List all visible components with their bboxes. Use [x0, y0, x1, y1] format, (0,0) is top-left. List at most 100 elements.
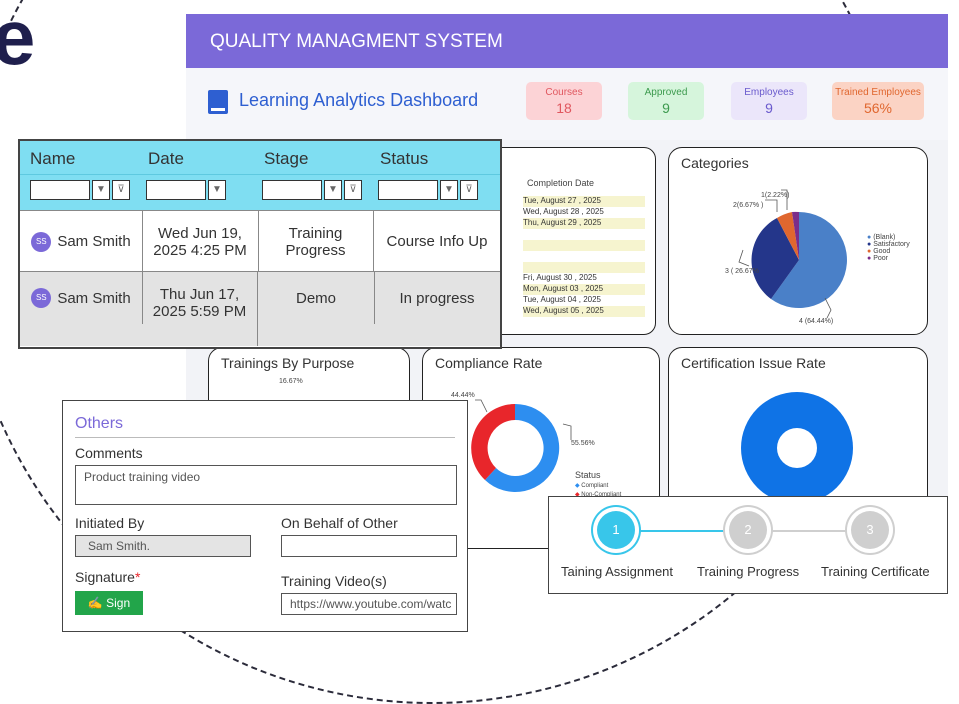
step-2[interactable]: 2 — [729, 511, 767, 549]
others-form-panel: Others Comments Product training video I… — [62, 400, 468, 632]
leader-line — [765, 199, 778, 212]
date-row: Wed, August 05 , 2025 — [523, 306, 645, 317]
filter-row: ▼ ⊽ ▼ ▼ ⊽ ▼ ⊽ — [20, 174, 500, 211]
pie-label: 2(6.67% ) — [733, 202, 764, 209]
date-row: Fri, August 30 , 2025 — [523, 273, 597, 282]
cell-stage: Training Progress — [258, 211, 374, 272]
legend-label: Good — [873, 248, 891, 255]
filter-icon[interactable]: ▼ — [440, 180, 458, 200]
legend-item: ● Good — [867, 248, 891, 255]
date-row: Thu, August 29 , 2025 — [523, 218, 645, 229]
comments-textarea[interactable]: Product training video — [75, 465, 457, 505]
empty-row — [523, 251, 645, 262]
filter-input-name[interactable] — [30, 180, 90, 200]
filter-input-status[interactable] — [378, 180, 438, 200]
kpi-trained-employees[interactable]: Trained Employees 56% — [832, 82, 924, 120]
legend-label: (Blank) — [873, 234, 896, 241]
step-1-label: Taining Assignment — [561, 564, 674, 579]
clear-filter-icon[interactable]: ⊽ — [344, 180, 362, 200]
kpi-value: 9 — [765, 100, 773, 116]
filter-icon[interactable]: ▼ — [208, 180, 226, 200]
dashboard-subheader: Learning Analytics Dashboard Courses 18 … — [186, 68, 948, 140]
step-3-label: Training Certificate — [821, 564, 930, 579]
cell-date: Thu Jun 17, 2025 5:59 PM — [142, 272, 258, 346]
training-video-input[interactable]: https://www.youtube.com/watc — [281, 593, 457, 615]
legend-item: ● Satisfactory — [867, 241, 910, 248]
section-divider — [75, 437, 455, 438]
empty-row — [523, 262, 645, 273]
on-behalf-label: On Behalf of Other — [281, 515, 398, 531]
leader-line — [738, 249, 750, 267]
cell-status: Course Info Up — [386, 233, 488, 250]
initiated-by-label: Initiated By — [75, 515, 145, 531]
table-row[interactable]: SS Sam Smith Wed Jun 19, 2025 4:25 PM Tra… — [20, 210, 500, 272]
completion-rows: Tue, August 27 , 2025 Wed, August 28 , 2… — [523, 196, 645, 317]
signature-label: Signature* — [75, 569, 140, 585]
kpi-employees[interactable]: Employees 9 — [731, 82, 807, 120]
donut-label: 55.56% — [571, 440, 595, 447]
signature-text: Signature — [75, 569, 135, 585]
on-behalf-input[interactable] — [281, 535, 457, 557]
legend-item: ● (Blank) — [867, 234, 896, 241]
cell-status: In progress — [399, 289, 475, 307]
logo-fragment: e — [0, 0, 36, 81]
filter-icon[interactable]: ▼ — [324, 180, 342, 200]
completion-header: Completion Date — [527, 178, 595, 188]
pen-icon: ✍ — [87, 596, 103, 610]
kpi-value: 18 — [556, 100, 572, 116]
step-1[interactable]: 1 — [597, 511, 635, 549]
pie-label: 4 (64.44%) — [799, 318, 834, 325]
row-name: Sam Smith — [57, 289, 131, 307]
leader-line — [475, 399, 488, 413]
row-name: Sam Smith — [57, 233, 131, 250]
date-row: Tue, August 04 , 2025 — [523, 295, 601, 304]
training-video-label: Training Video(s) — [281, 573, 387, 589]
kpi-label: Approved — [644, 87, 688, 98]
legend-label: Compliant — [581, 483, 609, 489]
filter-input-date[interactable] — [146, 180, 206, 200]
kpi-courses[interactable]: Courses 18 — [526, 82, 602, 120]
categories-legend: ● (Blank) ● Satisfactory ● Good ● Poor — [867, 234, 910, 262]
sign-label: Sign — [106, 596, 131, 610]
kpi-label: Trained Employees — [835, 87, 921, 98]
leader-line — [824, 297, 832, 319]
date-row: Wed, August 28 , 2025 — [523, 207, 604, 216]
required-mark: * — [134, 569, 141, 585]
step-connector — [631, 530, 731, 532]
kpi-value: 56% — [863, 100, 893, 116]
legend-label: Poor — [873, 255, 888, 262]
pie-label: 1(2.22%) — [761, 192, 790, 199]
column-header-status[interactable]: Status — [380, 149, 428, 169]
step-connector — [763, 530, 863, 532]
training-stepper: 1 2 3 Taining Assignment Training Progre… — [548, 496, 948, 594]
section-title: Others — [75, 415, 124, 432]
empty-row — [523, 240, 645, 251]
pie-label: 3 ( 26.67% — [725, 268, 759, 275]
book-icon — [208, 90, 228, 114]
legend-item: ◆ Compliant — [575, 483, 609, 489]
donut-slice-non-compliant — [471, 404, 515, 480]
clear-filter-icon[interactable]: ⊽ — [112, 180, 130, 200]
legend-title: Status — [575, 470, 601, 480]
filter-icon[interactable]: ▼ — [92, 180, 110, 200]
avatar: SS — [31, 231, 52, 252]
sign-button[interactable]: ✍ Sign — [75, 591, 143, 615]
kpi-label: Courses — [545, 87, 583, 98]
column-header-name[interactable]: Name — [30, 149, 75, 169]
column-header-stage[interactable]: Stage — [264, 149, 308, 169]
legend-label: Satisfactory — [873, 241, 910, 248]
kpi-approved[interactable]: Approved 9 — [628, 82, 704, 120]
filter-input-stage[interactable] — [262, 180, 322, 200]
donut-label: 44.44% — [451, 392, 475, 399]
cell-name: SS Sam Smith — [20, 272, 143, 324]
step-2-label: Training Progress — [697, 564, 800, 579]
avatar: SS — [31, 288, 52, 308]
clear-filter-icon[interactable]: ⊽ — [460, 180, 478, 200]
date-row: Tue, August 27 , 2025 — [523, 196, 645, 207]
column-header-date[interactable]: Date — [148, 149, 184, 169]
kpi-value: 9 — [662, 100, 670, 116]
cell-stage: Demo — [258, 272, 375, 324]
leader-line — [562, 423, 572, 440]
table-row[interactable]: SS Sam Smith Thu Jun 17, 2025 5:59 PM Dem… — [20, 271, 500, 346]
step-3[interactable]: 3 — [851, 511, 889, 549]
